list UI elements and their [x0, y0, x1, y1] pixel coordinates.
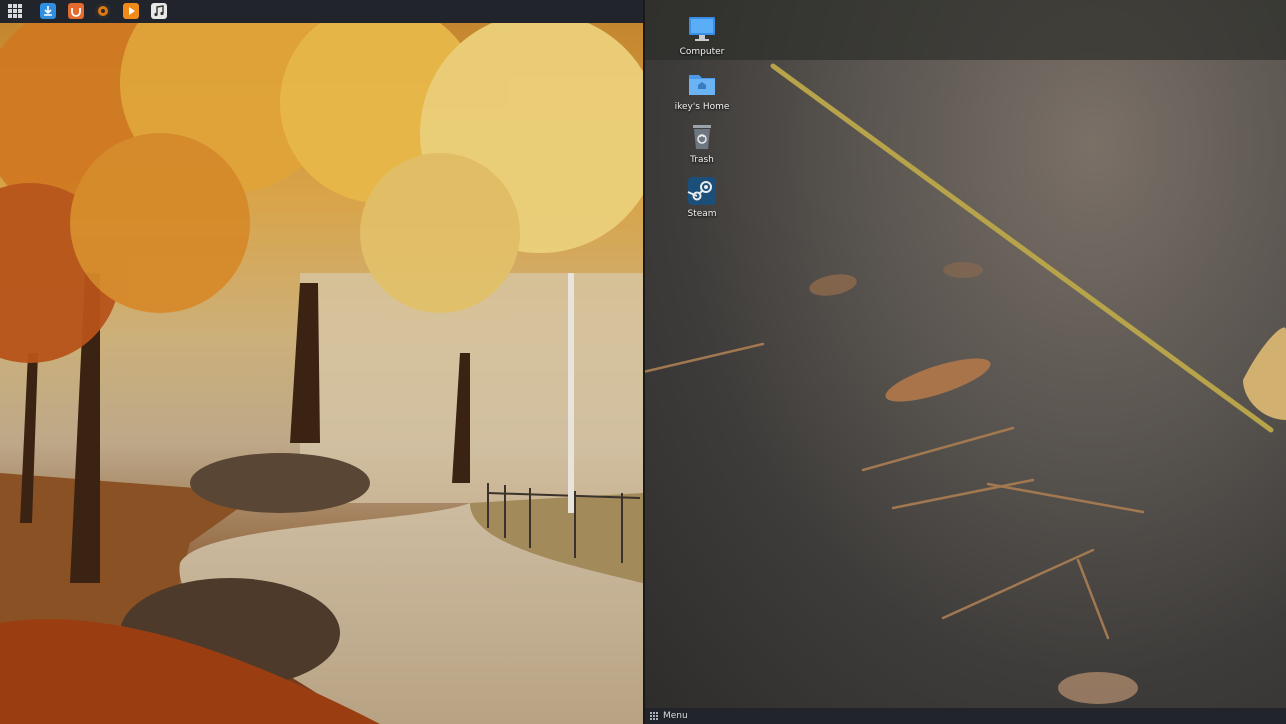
desktop-icon-home[interactable]: ikey's Home — [667, 69, 737, 112]
downloader-icon[interactable] — [40, 3, 56, 19]
app-grid-icon[interactable] — [8, 4, 22, 18]
desktop-icon-label: Computer — [679, 47, 725, 57]
desktop-icon-label: Steam — [687, 209, 717, 219]
monitor-icon — [687, 14, 717, 44]
app-grid-icon — [650, 711, 659, 721]
desktop-icon-computer[interactable]: Computer — [667, 14, 737, 57]
menu-label: Menu — [663, 711, 688, 721]
right-monitor: Computer ikey's Home Trash Steam — [643, 0, 1286, 724]
desktop-icon-label: ikey's Home — [674, 102, 730, 112]
top-panel — [0, 0, 643, 23]
bottom-panel: Menu — [645, 708, 1286, 724]
asphalt-leaves-wallpaper — [643, 0, 1286, 704]
menu-button[interactable]: Menu — [650, 710, 688, 722]
trash-icon — [687, 122, 717, 152]
music-icon[interactable] — [151, 3, 167, 19]
ubuntu-software-icon[interactable] — [68, 3, 84, 19]
home-folder-icon — [687, 69, 717, 99]
left-monitor — [0, 0, 643, 724]
desktop-icon-trash[interactable]: Trash — [667, 122, 737, 165]
media-player-icon[interactable] — [123, 3, 139, 19]
monitor-divider — [643, 0, 645, 724]
desktop-icon-steam[interactable]: Steam — [667, 176, 737, 219]
torrent-icon[interactable] — [95, 3, 111, 19]
desktop-icon-label: Trash — [690, 155, 714, 165]
autumn-park-wallpaper — [0, 23, 643, 724]
steam-icon — [687, 176, 717, 206]
